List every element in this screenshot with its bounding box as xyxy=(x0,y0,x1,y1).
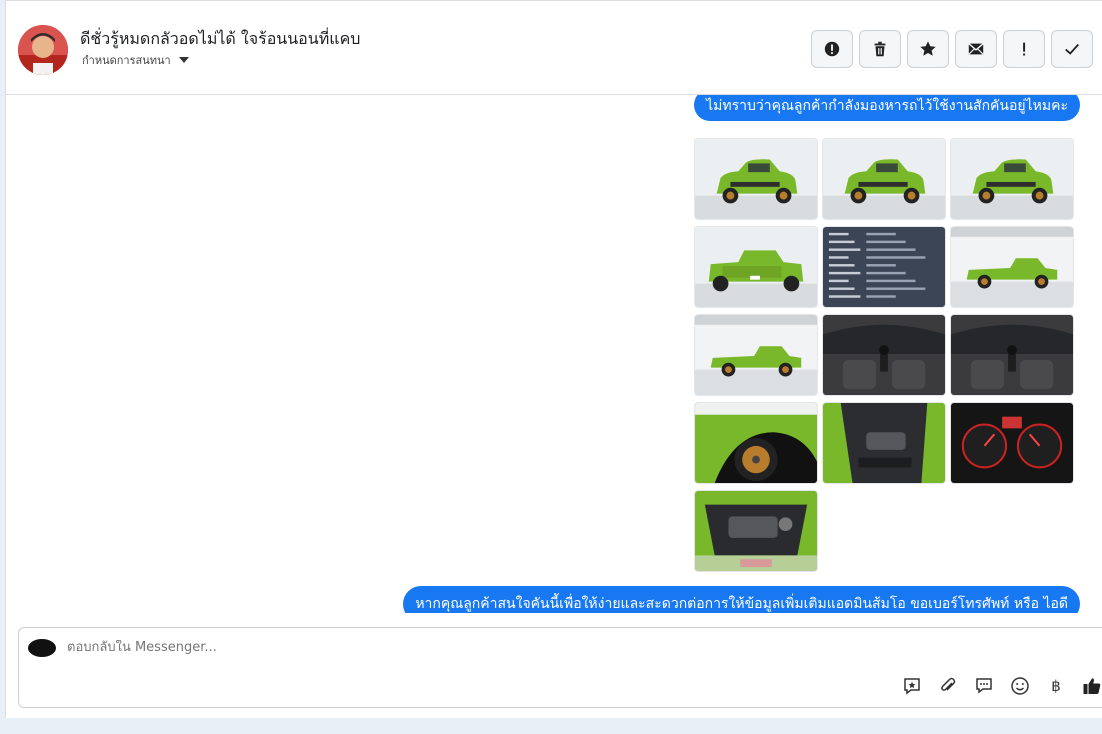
saved-reply-button[interactable] xyxy=(901,675,923,697)
photo-dashboard[interactable] xyxy=(950,314,1074,396)
photo-side-image xyxy=(951,227,1073,307)
photo-gear-shift[interactable] xyxy=(822,314,946,396)
star-icon xyxy=(920,41,936,56)
photo-rear[interactable] xyxy=(694,226,818,308)
message-bubble-outgoing[interactable]: ไม่ทราบว่าคุณลูกค้ากำลังมองหารถไว้ใช้งาน… xyxy=(694,95,1080,121)
photo-gauges[interactable] xyxy=(950,402,1074,484)
chevron-down-icon xyxy=(178,57,189,63)
photo-spec-sheet-image xyxy=(823,227,945,307)
reply-input[interactable] xyxy=(67,640,867,655)
message-thread[interactable]: ไม่ทราบว่าคุณลูกค้ากำลังมองหารถไว้ใช้งาน… xyxy=(6,95,1102,613)
avatar-image xyxy=(18,25,68,75)
follow-up-button[interactable] xyxy=(1003,30,1045,68)
mark-unread-button[interactable] xyxy=(955,30,997,68)
photo-front-left[interactable] xyxy=(694,138,818,220)
photo-rear-image xyxy=(695,227,817,307)
photo-door-panel-image xyxy=(823,403,945,483)
check-icon xyxy=(1065,43,1079,55)
emoji-button[interactable] xyxy=(1009,675,1031,697)
conversation-panel: ดีชั่วรู้หมดกลัวอดไม่ได้ ใจร้อนนอนที่แคบ… xyxy=(5,0,1102,718)
delete-button[interactable] xyxy=(859,30,901,68)
header-actions xyxy=(811,30,1093,68)
photo-side-far-image xyxy=(695,315,817,395)
mark-done-button[interactable] xyxy=(1051,30,1093,68)
photo-gear-shift-image xyxy=(823,315,945,395)
photo-door-panel[interactable] xyxy=(822,402,946,484)
thumbs-up-icon xyxy=(1083,678,1101,694)
attach-button[interactable] xyxy=(937,675,959,697)
composer-tools: ฿ xyxy=(901,675,1102,697)
baht-icon: ฿ xyxy=(1051,677,1061,695)
saved-reply-icon xyxy=(904,678,920,695)
contact-avatar[interactable] xyxy=(18,25,68,75)
payment-button[interactable]: ฿ xyxy=(1045,675,1067,697)
photo-side[interactable] xyxy=(950,226,1074,308)
like-button[interactable] xyxy=(1081,675,1102,697)
star-button[interactable] xyxy=(907,30,949,68)
photo-spec-sheet[interactable] xyxy=(822,226,946,308)
chat-icon xyxy=(976,678,992,694)
trash-icon xyxy=(874,41,886,57)
photo-side-far[interactable] xyxy=(694,314,818,396)
conversation-setting-label: กำหนดการสนทนา xyxy=(82,54,171,67)
reply-composer: ฿ xyxy=(18,627,1102,708)
photo-engine[interactable] xyxy=(694,490,818,572)
photo-front-right-image xyxy=(951,139,1073,219)
contact-name[interactable]: ดีชั่วรู้หมดกลัวอดไม่ได้ ใจร้อนนอนที่แคบ xyxy=(80,27,360,52)
photo-front[interactable] xyxy=(822,138,946,220)
photo-front-right[interactable] xyxy=(950,138,1074,220)
paperclip-icon xyxy=(941,677,956,691)
emoji-icon xyxy=(1011,677,1029,695)
envelope-icon xyxy=(968,43,984,55)
spam-button[interactable] xyxy=(811,30,853,68)
exclamation-icon xyxy=(1023,42,1026,56)
photo-dashboard-image xyxy=(951,315,1073,395)
exclamation-circle-icon xyxy=(824,41,840,57)
photo-wheel-image xyxy=(695,403,817,483)
chat-button[interactable] xyxy=(973,675,995,697)
message-bubble-outgoing[interactable]: หากคุณลูกค้าสนใจคันนี้เพื่อให้ง่ายและสะด… xyxy=(403,586,1080,613)
photo-engine-image xyxy=(695,491,817,571)
photo-front-left-image xyxy=(695,139,817,219)
conversation-header: ดีชั่วรู้หมดกลัวอดไม่ได้ ใจร้อนนอนที่แคบ… xyxy=(6,0,1102,95)
photo-gauges-image xyxy=(951,403,1073,483)
conversation-setting-dropdown[interactable]: กำหนดการสนทนา xyxy=(82,51,189,69)
page-logo xyxy=(28,639,56,657)
photo-wheel[interactable] xyxy=(694,402,818,484)
photo-front-image xyxy=(823,139,945,219)
